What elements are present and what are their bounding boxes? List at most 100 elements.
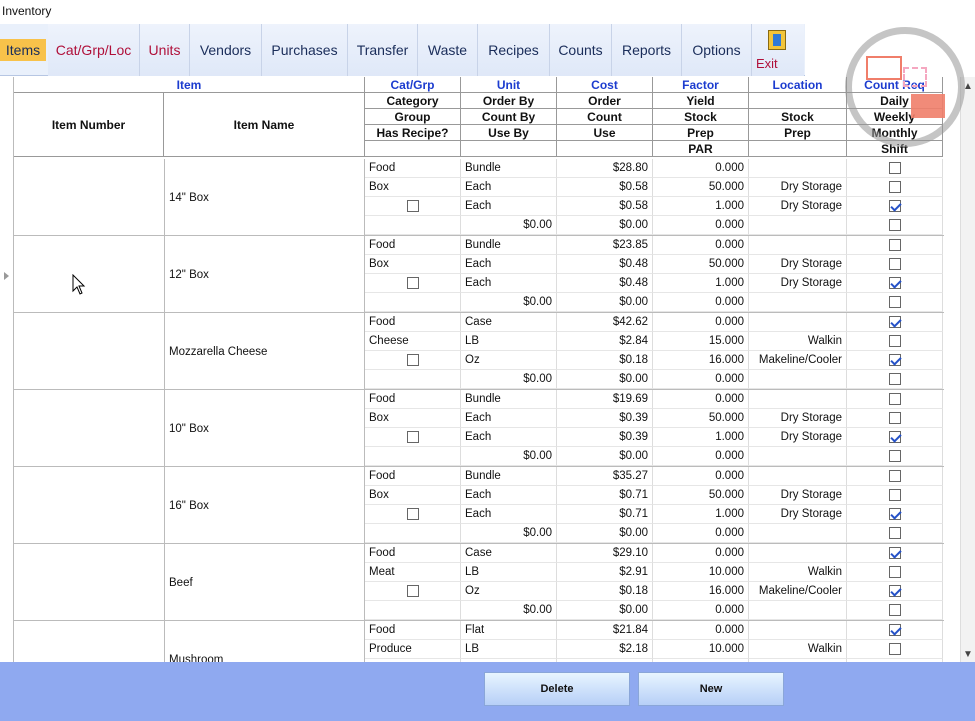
location-cell[interactable]: Dry Storage — [749, 178, 847, 197]
cost-cell[interactable]: $19.69 — [557, 390, 653, 409]
has-recipe-checkbox[interactable] — [406, 353, 419, 366]
cost-cell[interactable]: $0.00 — [557, 447, 653, 466]
delete-button[interactable]: Delete — [484, 672, 630, 706]
unit-cell[interactable]: Oz — [461, 582, 557, 601]
count-req-cell[interactable] — [847, 390, 943, 409]
item-name-cell[interactable]: Beef — [164, 544, 365, 621]
count-req-checkbox[interactable] — [888, 334, 901, 347]
cat-grp-cell[interactable]: Food — [365, 544, 461, 563]
factor-cell[interactable]: 16.000 — [653, 351, 749, 370]
count-req-cell[interactable] — [847, 640, 943, 659]
count-req-cell[interactable] — [847, 582, 943, 601]
tab-vendors[interactable]: Vendors — [190, 24, 262, 76]
count-req-checkbox[interactable] — [888, 469, 901, 482]
item-number-cell[interactable] — [14, 159, 164, 236]
cost-cell[interactable]: $0.18 — [557, 582, 653, 601]
cost-cell[interactable]: $0.48 — [557, 274, 653, 293]
cost-cell[interactable]: $42.62 — [557, 313, 653, 332]
location-cell[interactable] — [749, 390, 847, 409]
count-req-cell[interactable] — [847, 621, 943, 640]
has-recipe-checkbox[interactable] — [406, 276, 419, 289]
cat-grp-cell[interactable]: Box — [365, 409, 461, 428]
item-name-cell[interactable]: 10" Box — [164, 390, 365, 467]
unit-cell[interactable]: Each — [461, 178, 557, 197]
location-cell[interactable] — [749, 601, 847, 620]
count-req-checkbox[interactable] — [888, 353, 901, 366]
unit-cell[interactable]: LB — [461, 640, 557, 659]
factor-cell[interactable]: 0.000 — [653, 390, 749, 409]
unit-cell[interactable]: LB — [461, 563, 557, 582]
has-recipe-checkbox[interactable] — [406, 507, 419, 520]
unit-cell[interactable]: Each — [461, 255, 557, 274]
unit-cell[interactable]: $0.00 — [461, 524, 557, 543]
exit-button[interactable]: Exit — [752, 24, 804, 76]
cat-grp-cell[interactable]: Food — [365, 467, 461, 486]
scroll-up-icon[interactable]: ▲ — [963, 81, 973, 92]
count-req-checkbox[interactable] — [888, 623, 901, 636]
count-req-checkbox[interactable] — [888, 161, 901, 174]
factor-cell[interactable]: 0.000 — [653, 313, 749, 332]
count-req-checkbox[interactable] — [888, 238, 901, 251]
count-req-cell[interactable] — [847, 197, 943, 216]
scroll-down-icon[interactable]: ▼ — [963, 649, 973, 660]
location-cell[interactable] — [749, 236, 847, 255]
cost-cell[interactable]: $29.10 — [557, 544, 653, 563]
cost-cell[interactable]: $0.71 — [557, 486, 653, 505]
unit-cell[interactable]: Case — [461, 544, 557, 563]
factor-cell[interactable]: 0.000 — [653, 236, 749, 255]
factor-cell[interactable]: 1.000 — [653, 274, 749, 293]
tab-options[interactable]: Options — [682, 24, 752, 76]
location-cell[interactable]: Makeline/Cooler — [749, 582, 847, 601]
unit-cell[interactable]: Bundle — [461, 467, 557, 486]
factor-cell[interactable]: 15.000 — [653, 332, 749, 351]
cost-cell[interactable]: $2.18 — [557, 640, 653, 659]
unit-cell[interactable]: LB — [461, 332, 557, 351]
factor-cell[interactable]: 1.000 — [653, 428, 749, 447]
unit-cell[interactable]: Oz — [461, 351, 557, 370]
cat-grp-cell[interactable] — [365, 601, 461, 620]
tab-cat-grp-loc[interactable]: Cat/Grp/Loc — [48, 24, 140, 76]
count-req-cell[interactable] — [847, 505, 943, 524]
factor-cell[interactable]: 0.000 — [653, 370, 749, 389]
cost-cell[interactable]: $28.80 — [557, 159, 653, 178]
has-recipe-cell[interactable] — [365, 351, 461, 370]
cat-grp-cell[interactable]: Food — [365, 621, 461, 640]
unit-cell[interactable]: Each — [461, 197, 557, 216]
count-req-cell[interactable] — [847, 178, 943, 197]
factor-cell[interactable]: 0.000 — [653, 544, 749, 563]
location-cell[interactable] — [749, 621, 847, 640]
location-cell[interactable] — [749, 293, 847, 312]
cost-cell[interactable]: $0.18 — [557, 351, 653, 370]
item-row[interactable]: 12" Box Food Bundle $23.85 0.000 Box Each $0.48… — [14, 236, 944, 313]
count-req-cell[interactable] — [847, 544, 943, 563]
cost-cell[interactable]: $0.39 — [557, 428, 653, 447]
unit-cell[interactable]: Each — [461, 486, 557, 505]
location-cell[interactable]: Dry Storage — [749, 274, 847, 293]
tab-purchases[interactable]: Purchases — [262, 24, 348, 76]
item-number-cell[interactable] — [14, 236, 164, 313]
item-number-cell[interactable] — [14, 544, 164, 621]
factor-cell[interactable]: 0.000 — [653, 293, 749, 312]
cat-grp-cell[interactable] — [365, 293, 461, 312]
cat-grp-cell[interactable] — [365, 370, 461, 389]
unit-cell[interactable]: Each — [461, 274, 557, 293]
item-row[interactable]: 16" Box Food Bundle $35.27 0.000 Box Each $0.71… — [14, 467, 944, 544]
tab-transfer[interactable]: Transfer — [348, 24, 418, 76]
cost-cell[interactable]: $2.84 — [557, 332, 653, 351]
factor-cell[interactable]: 0.000 — [653, 524, 749, 543]
location-cell[interactable]: Walkin — [749, 640, 847, 659]
unit-cell[interactable]: $0.00 — [461, 370, 557, 389]
location-cell[interactable]: Dry Storage — [749, 505, 847, 524]
cost-cell[interactable]: $0.58 — [557, 178, 653, 197]
count-req-checkbox[interactable] — [888, 603, 901, 616]
cost-cell[interactable]: $21.84 — [557, 621, 653, 640]
location-cell[interactable] — [749, 370, 847, 389]
item-name-cell[interactable]: Mushroom — [164, 621, 365, 662]
new-button[interactable]: New — [638, 672, 784, 706]
cost-cell[interactable]: $0.00 — [557, 293, 653, 312]
count-req-cell[interactable] — [847, 409, 943, 428]
location-cell[interactable] — [749, 467, 847, 486]
item-row[interactable]: 14" Box Food Bundle $28.80 0.000 Box Each $0.58… — [14, 159, 944, 236]
count-req-checkbox[interactable] — [888, 565, 901, 578]
count-req-checkbox[interactable] — [888, 488, 901, 501]
